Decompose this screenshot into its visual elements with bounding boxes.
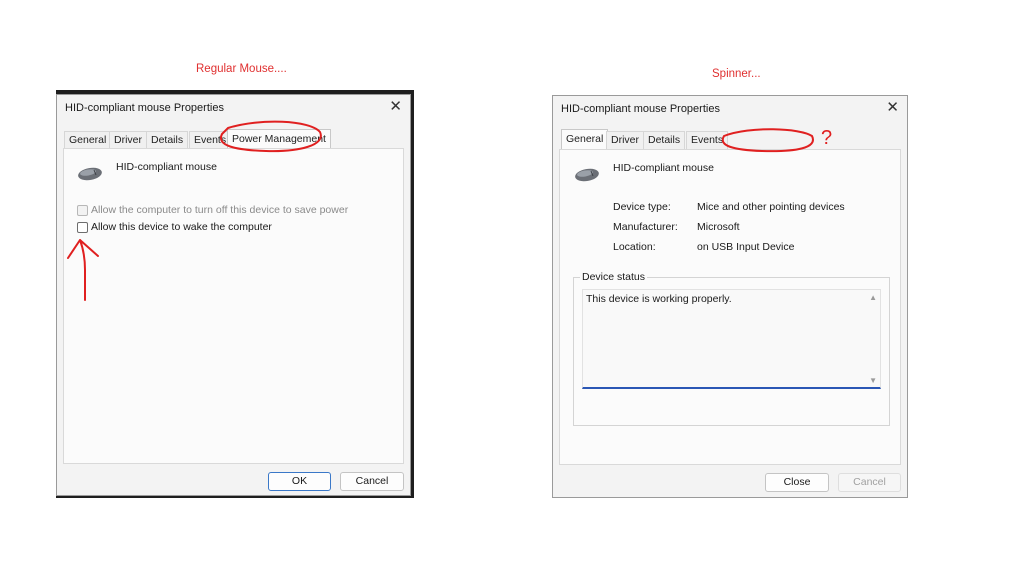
left-titlebar: HID-compliant mouse Properties ✕ [57, 95, 410, 121]
tab-power-management[interactable]: Power Management [227, 129, 331, 150]
left-tab-panel: HID-compliant mouse Allow the computer t… [63, 148, 404, 464]
manufacturer-key: Manufacturer: [613, 221, 678, 233]
close-icon[interactable]: ✕ [886, 100, 899, 116]
close-button[interactable]: Close [765, 473, 829, 492]
turn-off-device-label: Allow the computer to turn off this devi… [91, 204, 349, 216]
right-titlebar: HID-compliant mouse Properties ✕ [553, 96, 907, 122]
device-type-key: Device type: [613, 201, 671, 213]
tab-general[interactable]: General [561, 129, 609, 150]
tab-details[interactable]: Details [146, 131, 189, 149]
scroll-down-icon[interactable]: ▼ [869, 376, 877, 385]
device-type-value: Mice and other pointing devices [697, 201, 845, 213]
device-status-text: This device is working properly. [586, 293, 732, 305]
right-properties-dialog: HID-compliant mouse Properties ✕ General… [552, 95, 908, 498]
close-icon[interactable]: ✕ [389, 99, 402, 115]
tab-driver[interactable]: Driver [606, 131, 644, 149]
turn-off-device-checkbox[interactable] [77, 205, 88, 216]
caption-spinner: Spinner... [712, 68, 761, 80]
tab-general[interactable]: General [64, 131, 112, 149]
device-status-textbox[interactable]: This device is working properly. ▲ ▼ [582, 289, 881, 389]
tab-events[interactable]: Events [189, 131, 232, 149]
tab-driver[interactable]: Driver [109, 131, 147, 149]
caption-regular-mouse: Regular Mouse.... [196, 63, 287, 75]
cancel-button[interactable]: Cancel [838, 473, 901, 492]
right-tab-panel: HID-compliant mouse Device type: Mice an… [559, 149, 901, 465]
left-dialog-title: HID-compliant mouse Properties [65, 102, 224, 114]
right-dialog-title: HID-compliant mouse Properties [561, 103, 720, 115]
location-key: Location: [613, 241, 656, 253]
wake-computer-checkbox[interactable] [77, 222, 88, 233]
wake-computer-label: Allow this device to wake the computer [91, 221, 272, 233]
device-status-label: Device status [580, 271, 648, 283]
cancel-button[interactable]: Cancel [340, 472, 404, 491]
left-device-name: HID-compliant mouse [116, 161, 217, 173]
device-status-group: Device status This device is working pro… [573, 271, 890, 426]
ok-button[interactable]: OK [268, 472, 331, 491]
tab-events[interactable]: Events [686, 131, 729, 149]
scroll-up-icon[interactable]: ▲ [869, 293, 877, 302]
mouse-icon [78, 167, 102, 181]
location-value: on USB Input Device [697, 241, 795, 253]
manufacturer-value: Microsoft [697, 221, 740, 233]
mouse-icon [575, 168, 599, 182]
right-device-name: HID-compliant mouse [613, 162, 714, 174]
tab-details[interactable]: Details [643, 131, 686, 149]
left-properties-dialog: HID-compliant mouse Properties ✕ General… [56, 94, 411, 496]
